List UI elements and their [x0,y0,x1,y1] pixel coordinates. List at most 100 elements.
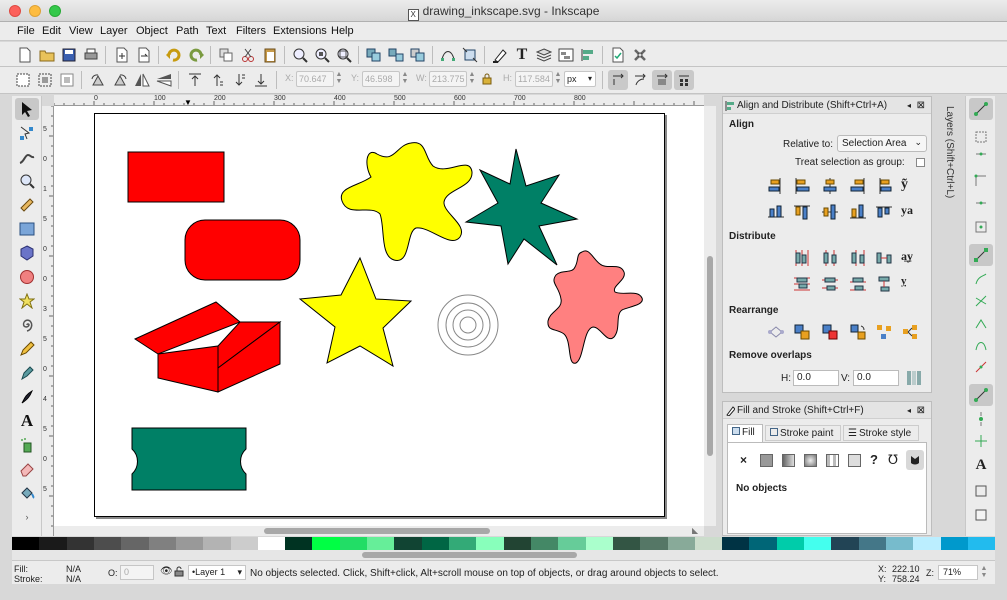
palette-swatch[interactable] [558,537,586,550]
rectangle-tool-icon[interactable] [15,218,39,240]
pen-tool-icon[interactable] [15,362,39,384]
distribute-right-edges-icon[interactable] [849,249,867,267]
snap-cusp-nodes-icon[interactable] [969,312,993,334]
no-paint-icon[interactable]: × [740,453,747,467]
align-baseline-icon[interactable]: ỹ [901,177,919,195]
width-spinner-icon[interactable]: ▲ ▼ [467,71,477,87]
spiral-tool-icon[interactable] [15,314,39,336]
snap-line-midpoints-icon[interactable] [969,356,993,378]
mesh-gradient-icon[interactable] [826,454,839,467]
vertical-scroll-thumb[interactable] [707,256,713,456]
palette-swatch[interactable] [121,537,149,550]
tweak-tool-icon[interactable] [15,146,39,168]
zoom-page-icon[interactable] [334,45,354,65]
vertical-scrollbar[interactable] [704,106,716,526]
overlap-v-field[interactable]: 0.0 [853,370,899,386]
radial-gradient-icon[interactable] [804,454,817,467]
menu-edit[interactable]: Edit [42,25,61,37]
snap-nodes-icon[interactable] [969,244,993,266]
overlap-h-field[interactable]: 0.0 [793,370,839,386]
remove-overlaps-icon[interactable] [905,369,923,387]
unset-paint-icon[interactable]: ? [870,452,878,467]
flip-vertical-icon[interactable] [154,70,174,90]
pink-splat[interactable] [547,250,643,364]
color-palette[interactable] [12,537,995,550]
spray-tool-icon[interactable] [15,434,39,456]
palette-swatch[interactable] [230,537,258,550]
node-editor-icon[interactable] [438,45,458,65]
fill-rule-icon[interactable] [906,450,924,470]
raise-to-top-icon[interactable] [185,70,205,90]
green-star[interactable] [464,148,579,266]
distribute-baselines-vertical-icon[interactable]: ỵ [901,275,919,293]
current-layer-select[interactable]: •Layer 1 ▾ [188,565,246,580]
distribute-bottom-edges-icon[interactable] [849,275,867,293]
snap-bbox-edges-icon[interactable] [969,148,993,170]
red-rounded-rectangle[interactable] [184,219,301,281]
distribute-baselines-horizontal-icon[interactable]: a͟y [901,249,919,267]
relative-to-select[interactable]: Selection Area ⌄ [837,135,927,152]
lower-icon[interactable] [229,70,249,90]
select-all-icon[interactable] [13,70,33,90]
layer-lock-icon[interactable] [174,566,184,579]
print-icon[interactable] [81,45,101,65]
palette-swatch[interactable] [776,537,805,550]
palette-swatch[interactable] [722,537,750,550]
snap-grids-icon[interactable] [969,504,993,526]
red-3d-box[interactable] [133,301,282,393]
y-spinner-icon[interactable]: ▲ ▼ [400,71,410,87]
height-spinner-icon[interactable]: ▲ ▼ [553,71,563,87]
save-icon[interactable] [59,45,79,65]
palette-swatch[interactable] [831,537,859,550]
palette-swatch[interactable] [339,537,368,550]
menu-help[interactable]: Help [331,25,354,37]
rotate-ccw-icon[interactable] [88,70,108,90]
raise-icon[interactable] [207,70,227,90]
horizontal-scroll-thumb[interactable] [264,528,490,534]
menu-file[interactable]: File [17,25,35,37]
yellow-blob[interactable] [340,142,473,261]
snap-enable-icon[interactable] [969,98,993,120]
tab-stroke-style[interactable]: ☰ Stroke style [843,425,919,441]
drawing-objects[interactable] [54,106,704,526]
move-patterns-toggle-icon[interactable] [674,70,694,90]
eraser-tool-icon[interactable] [15,458,39,480]
snap-bbox-centers-icon[interactable] [969,216,993,238]
group-icon[interactable] [364,45,384,65]
center-on-horizontal-axis-icon[interactable] [821,203,839,221]
palette-swatch[interactable] [967,537,995,550]
transform-icon[interactable] [460,45,480,65]
distribute-centers-vertical-icon[interactable] [821,275,839,293]
align-right-to-left-icon[interactable] [767,177,785,195]
scale-corners-toggle-icon[interactable] [630,70,650,90]
menu-path[interactable]: Path [176,25,199,37]
lower-to-bottom-icon[interactable] [251,70,271,90]
box-3d-tool-icon[interactable] [15,242,39,264]
palette-swatch[interactable] [175,537,204,550]
distribute-left-edges-icon[interactable] [793,249,811,267]
palette-swatch[interactable] [940,537,968,550]
palette-swatch[interactable] [886,537,914,550]
graph-layout-icon[interactable] [767,323,785,341]
panel-close-icon[interactable]: ⊠ [917,402,925,419]
palette-swatch[interactable] [66,537,94,550]
palette-swatch[interactable] [285,537,313,550]
horizontal-scrollbar[interactable]: ◣ [54,526,704,536]
align-distribute-icon[interactable] [578,45,598,65]
selector-tool-icon[interactable] [15,98,39,120]
move-gradients-toggle-icon[interactable] [652,70,672,90]
undo-icon[interactable] [164,45,184,65]
palette-swatch[interactable] [93,537,122,550]
snap-page-border-icon[interactable] [969,480,993,502]
width-field[interactable]: 213.775 [429,71,467,87]
swatch-icon[interactable]: ℧ [888,452,898,468]
palette-swatch[interactable] [257,537,286,550]
palette-swatch[interactable] [449,537,477,550]
rotate-cw-icon[interactable] [110,70,130,90]
snap-smooth-nodes-icon[interactable] [969,334,993,356]
paste-icon[interactable] [260,45,280,65]
zoom-spinner-icon[interactable]: ▲ ▼ [979,565,989,581]
snap-bbox-midpoints-icon[interactable] [969,192,993,214]
xml-editor-icon[interactable] [556,45,576,65]
ungroup-icon[interactable] [386,45,406,65]
